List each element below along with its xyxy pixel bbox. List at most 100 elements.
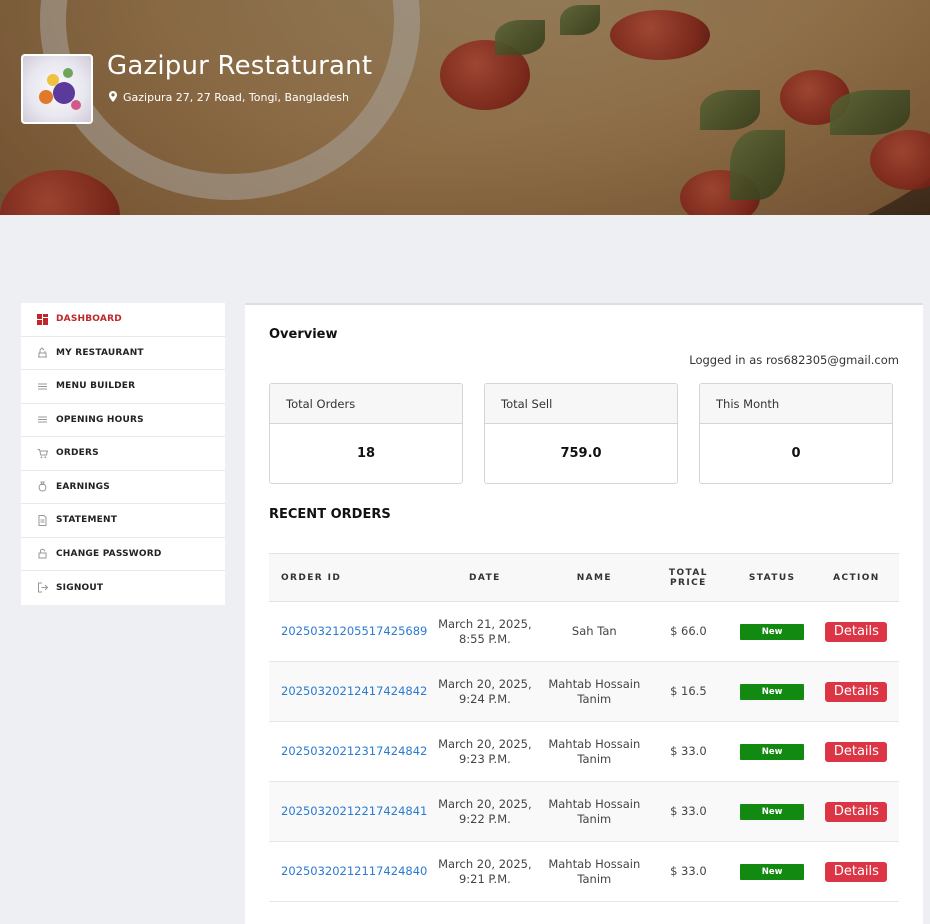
order-price: $ 33.0 <box>646 781 731 842</box>
overview-title: Overview <box>269 327 338 342</box>
order-date: March 20, 2025, 9:22 P.M. <box>427 781 543 842</box>
details-button[interactable]: Details <box>825 741 888 762</box>
logo-flower <box>71 100 81 110</box>
sidebar-item-label: MY RESTAURANT <box>56 347 144 358</box>
details-button[interactable]: Details <box>825 801 888 822</box>
hero-banner: Gazipur Restaturant Gazipura 27, 27 Road… <box>0 0 930 215</box>
recent-orders-title: RECENT ORDERS <box>269 507 391 522</box>
column-header-date: DATE <box>427 553 543 602</box>
action-cell: Details <box>813 721 899 782</box>
details-button[interactable]: Details <box>825 861 888 882</box>
card-label: Total Orders <box>270 384 462 424</box>
clock-lines-icon <box>37 414 48 425</box>
order-date: March 20, 2025, 9:23 P.M. <box>427 721 543 782</box>
order-price: $ 33.0 <box>646 721 731 782</box>
hero-overlay <box>0 0 930 215</box>
time-line: 9:23 P.M. <box>458 751 511 766</box>
restaurant-name: Gazipur Restaturant <box>107 51 373 81</box>
status-badge: New <box>740 864 805 880</box>
name-line: Tanim <box>577 871 612 886</box>
name-line: Mahtab Hossain <box>548 676 641 691</box>
time-line: 9:22 P.M. <box>458 811 511 826</box>
status-cell: New <box>730 781 814 842</box>
order-date: March 20, 2025, 9:21 P.M. <box>427 841 543 902</box>
sidebar-item-signout[interactable]: SIGNOUT <box>21 571 225 605</box>
sidebar-item-my-restaurant[interactable]: MY RESTAURANT <box>21 337 225 370</box>
logged-in-status: Logged in as ros682305@gmail.com <box>689 353 899 367</box>
order-date: March 20, 2025, 9:24 P.M. <box>427 661 543 722</box>
sidebar-item-dashboard[interactable]: DASHBOARD <box>21 303 225 337</box>
card-value: 759.0 <box>560 446 602 461</box>
card-value: 0 <box>791 446 801 461</box>
restaurant-icon <box>37 347 48 358</box>
sidebar-item-label: OPENING HOURS <box>56 414 144 425</box>
card-label: Total Sell <box>485 384 677 424</box>
cart-icon <box>37 448 48 459</box>
sidebar-item-label: SIGNOUT <box>56 582 104 593</box>
sidebar-item-opening-hours[interactable]: OPENING HOURS <box>21 404 225 437</box>
table-row: 20250320212117424840 March 20, 2025, 9:21… <box>269 841 899 902</box>
column-header-action: ACTION <box>813 553 899 602</box>
name-line: Tanim <box>577 751 612 766</box>
status-cell: New <box>730 601 814 662</box>
action-cell: Details <box>813 781 899 842</box>
order-id-cell: 20250320212417424842 <box>269 661 428 722</box>
column-header-order-id: ORDER ID <box>269 553 428 602</box>
column-header-name: NAME <box>542 553 647 602</box>
sidebar-nav: DASHBOARD MY RESTAURANT MENU BUILDER OPE… <box>21 303 225 605</box>
location-pin-icon <box>109 91 117 105</box>
logo-flower <box>47 74 59 86</box>
status-cell: New <box>730 841 814 902</box>
header-line: TOTAL <box>668 567 708 578</box>
status-cell: New <box>730 721 814 782</box>
sidebar-item-label: CHANGE PASSWORD <box>56 548 162 559</box>
order-id-link[interactable]: 20250320212417424842 <box>281 684 427 698</box>
table-header-row: ORDER ID DATE NAME TOTAL PRICE STATUS ACT… <box>269 553 899 602</box>
date-line: March 21, 2025, <box>438 616 532 631</box>
column-header-status: STATUS <box>730 553 814 602</box>
order-price: $ 33.0 <box>646 841 731 902</box>
date-line: March 20, 2025, <box>438 676 532 691</box>
status-badge: New <box>740 744 805 760</box>
date-line: March 20, 2025, <box>438 856 532 871</box>
total-orders-card: Total Orders 18 <box>269 383 463 484</box>
order-id-link[interactable]: 20250320212117424840 <box>281 864 427 878</box>
this-month-card: This Month 0 <box>699 383 893 484</box>
total-sell-card: Total Sell 759.0 <box>484 383 678 484</box>
document-icon <box>37 514 48 526</box>
table-row: 20250320212417424842 March 20, 2025, 9:24… <box>269 661 899 722</box>
status-badge: New <box>740 624 805 640</box>
order-id-cell: 20250320212217424841 <box>269 781 428 842</box>
name-line: Mahtab Hossain <box>548 796 641 811</box>
order-id-cell: 20250320212117424840 <box>269 841 428 902</box>
sidebar-item-label: MENU BUILDER <box>56 381 136 392</box>
money-bag-icon <box>37 481 48 492</box>
name-line: Sah Tan <box>571 624 617 638</box>
name-line: Mahtab Hossain <box>548 856 641 871</box>
customer-name: Mahtab Hossain Tanim <box>542 781 647 842</box>
details-button[interactable]: Details <box>825 681 888 702</box>
sidebar-item-label: STATEMENT <box>56 515 118 526</box>
sidebar-item-label: ORDERS <box>56 448 99 459</box>
logo-flower <box>39 90 53 104</box>
table-row: 20250320212217424841 March 20, 2025, 9:22… <box>269 781 899 842</box>
order-id-link[interactable]: 20250320212217424841 <box>281 804 427 818</box>
status-badge: New <box>740 684 805 700</box>
status-cell: New <box>730 661 814 722</box>
order-id-link[interactable]: 20250320212317424842 <box>281 744 427 758</box>
customer-name: Mahtab Hossain Tanim <box>542 661 647 722</box>
sidebar-item-earnings[interactable]: EARNINGS <box>21 471 225 504</box>
recent-orders-table: ORDER ID DATE NAME TOTAL PRICE STATUS ACT… <box>269 553 899 902</box>
details-button[interactable]: Details <box>825 621 888 642</box>
customer-name: Mahtab Hossain Tanim <box>542 721 647 782</box>
date-line: March 20, 2025, <box>438 736 532 751</box>
header-line: PRICE <box>670 577 707 588</box>
sidebar-item-change-password[interactable]: CHANGE PASSWORD <box>21 538 225 571</box>
order-id-link[interactable]: 20250321205517425689 <box>281 624 427 638</box>
sidebar-item-statement[interactable]: STATEMENT <box>21 504 225 538</box>
sidebar-item-orders[interactable]: ORDERS <box>21 437 225 471</box>
customer-name: Mahtab Hossain Tanim <box>542 841 647 902</box>
restaurant-logo <box>21 54 93 124</box>
lock-icon <box>37 548 48 559</box>
sidebar-item-menu-builder[interactable]: MENU BUILDER <box>21 370 225 404</box>
